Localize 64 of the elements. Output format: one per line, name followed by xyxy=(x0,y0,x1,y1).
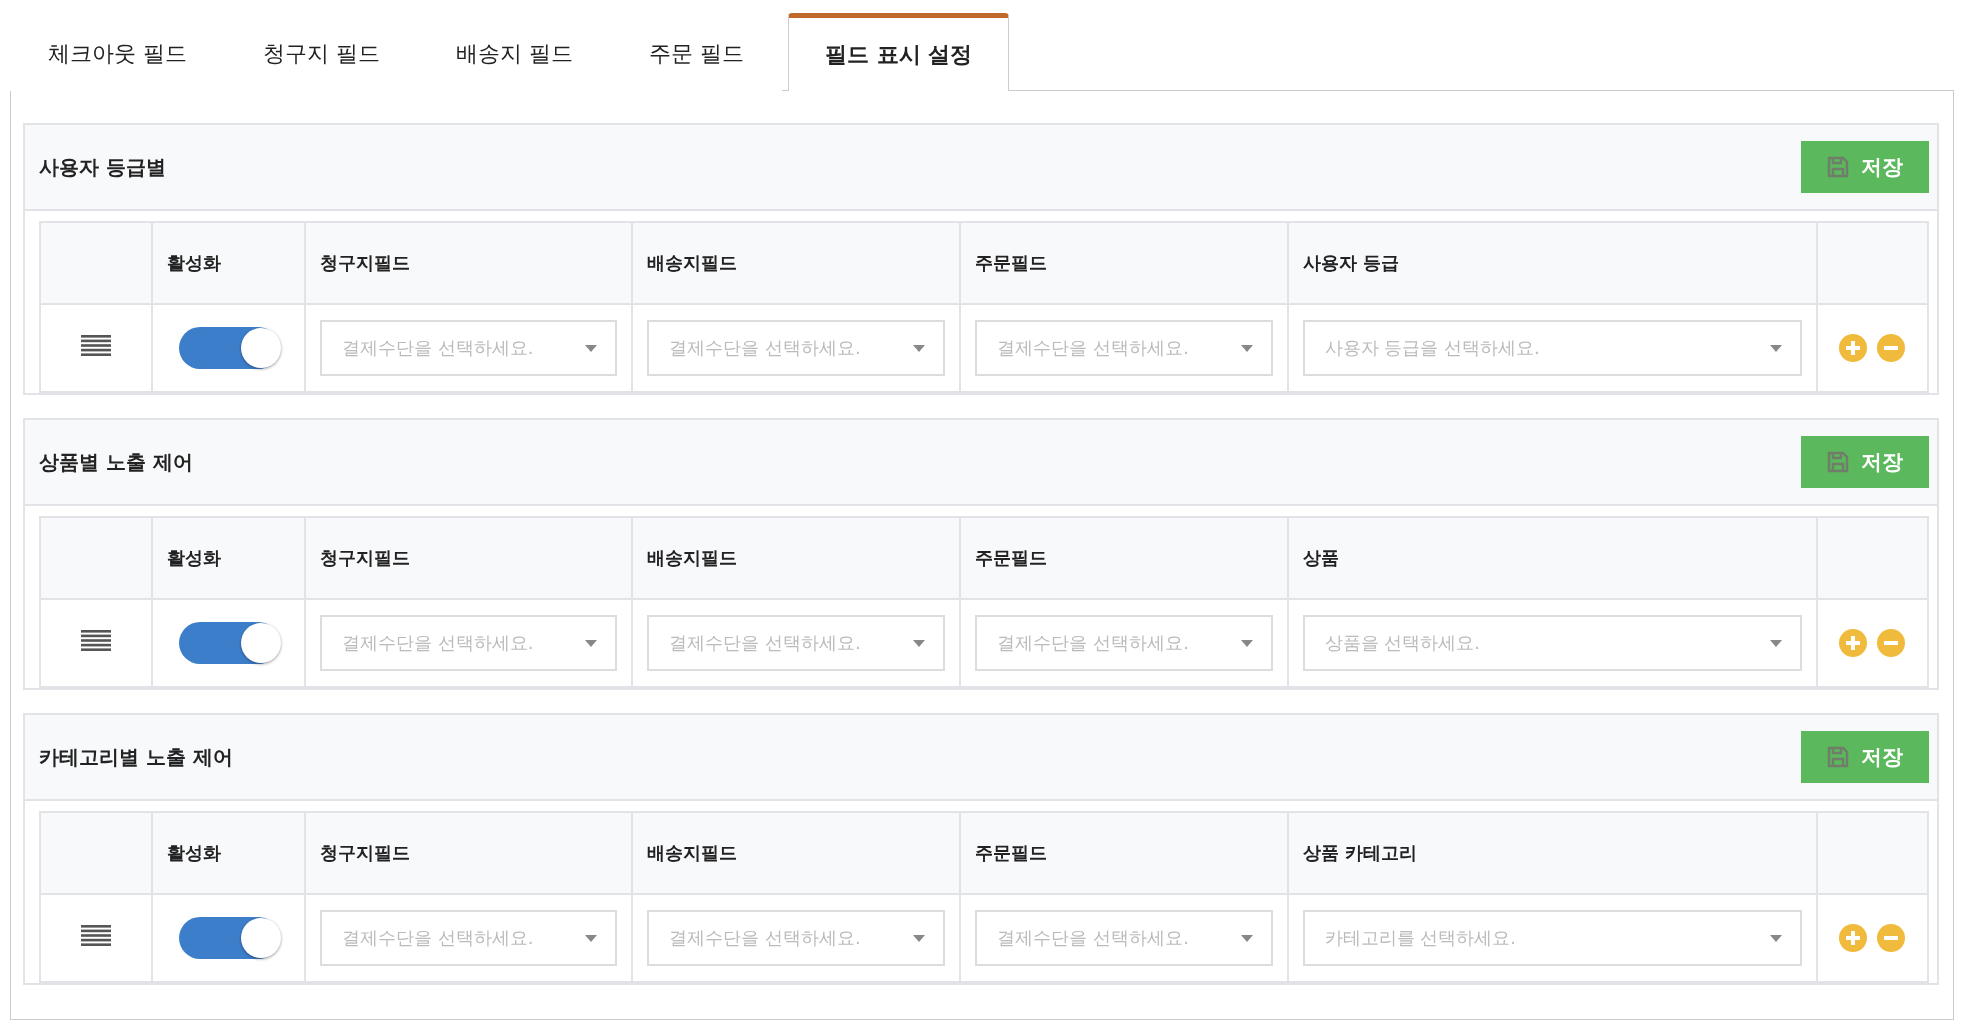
column-header: 활성화 xyxy=(152,517,306,599)
select-placeholder: 결제수단을 선택하세요. xyxy=(997,926,1189,950)
column-header: 주문필드 xyxy=(960,812,1288,894)
save-button[interactable]: 저장 xyxy=(1801,436,1929,488)
select-field[interactable]: 결제수단을 선택하세요. xyxy=(975,615,1273,671)
section-title: 상품별 노출 제어 xyxy=(39,448,193,476)
toggle-switch[interactable] xyxy=(178,917,279,959)
caret-icon xyxy=(585,639,598,647)
select-field[interactable]: 결제수단을 선택하세요. xyxy=(320,615,618,671)
column-header: 배송지필드 xyxy=(632,517,961,599)
select-field[interactable]: 결제수단을 선택하세요. xyxy=(320,910,618,966)
select-field[interactable]: 결제수단을 선택하세요. xyxy=(647,320,946,376)
select-placeholder: 카테고리를 선택하세요. xyxy=(1324,926,1517,950)
select-field[interactable]: 사용자 등급을 선택하세요. xyxy=(1302,320,1802,376)
save-button[interactable]: 저장 xyxy=(1801,731,1929,783)
caret-icon xyxy=(913,344,926,352)
column-header: 사용자 등급 xyxy=(1287,222,1817,304)
column-header: 주문필드 xyxy=(960,517,1288,599)
select-placeholder: 결제수단을 선택하세요. xyxy=(669,336,861,360)
select-field[interactable]: 결제수단을 선택하세요. xyxy=(647,910,946,966)
column-header: 청구지필드 xyxy=(305,222,633,304)
section-title: 사용자 등급별 xyxy=(39,153,166,181)
select-placeholder: 결제수단을 선택하세요. xyxy=(997,336,1189,360)
select-placeholder: 사용자 등급을 선택하세요. xyxy=(1324,336,1540,360)
caret-icon xyxy=(1240,934,1253,942)
column-header: 상품 카테고리 xyxy=(1287,812,1817,894)
save-button[interactable]: 저장 xyxy=(1801,141,1929,193)
select-field[interactable]: 결제수단을 선택하세요. xyxy=(320,320,618,376)
select-placeholder: 결제수단을 선택하세요. xyxy=(669,631,861,655)
toggle-switch[interactable] xyxy=(178,327,279,369)
select-placeholder: 결제수단을 선택하세요. xyxy=(342,631,534,655)
select-placeholder: 결제수단을 선택하세요. xyxy=(997,631,1189,655)
caret-icon xyxy=(585,344,598,352)
select-placeholder: 상품을 선택하세요. xyxy=(1324,631,1481,655)
select-field[interactable]: 결제수단을 선택하세요. xyxy=(975,910,1273,966)
caret-icon xyxy=(1240,344,1253,352)
drag-handle-icon[interactable] xyxy=(81,335,111,357)
column-header: 청구지필드 xyxy=(305,812,633,894)
column-header: 상품 xyxy=(1287,517,1817,599)
caret-icon xyxy=(1769,934,1782,942)
column-header: 배송지필드 xyxy=(632,812,961,894)
caret-icon xyxy=(1769,344,1782,352)
column-header: 주문필드 xyxy=(960,222,1288,304)
column-header: 청구지필드 xyxy=(305,517,633,599)
column-header: 활성화 xyxy=(152,812,306,894)
caret-icon xyxy=(585,934,598,942)
select-field[interactable]: 상품을 선택하세요. xyxy=(1302,615,1802,671)
caret-icon xyxy=(1240,639,1253,647)
column-header: 배송지필드 xyxy=(632,222,961,304)
caret-icon xyxy=(913,639,926,647)
select-field[interactable]: 카테고리를 선택하세요. xyxy=(1302,910,1802,966)
drag-handle-icon[interactable] xyxy=(81,925,111,947)
column-header: 활성화 xyxy=(152,222,306,304)
select-placeholder: 결제수단을 선택하세요. xyxy=(342,336,534,360)
select-field[interactable]: 결제수단을 선택하세요. xyxy=(647,615,946,671)
section-title: 카테고리별 노출 제어 xyxy=(39,743,233,771)
drag-handle-icon[interactable] xyxy=(81,630,111,652)
toggle-switch[interactable] xyxy=(178,622,279,664)
select-field[interactable]: 결제수단을 선택하세요. xyxy=(975,320,1273,376)
tab[interactable]: 필드 표시 설정 xyxy=(788,13,1010,91)
select-placeholder: 결제수단을 선택하세요. xyxy=(342,926,534,950)
caret-icon xyxy=(913,934,926,942)
caret-icon xyxy=(1769,639,1782,647)
select-placeholder: 결제수단을 선택하세요. xyxy=(669,926,861,950)
